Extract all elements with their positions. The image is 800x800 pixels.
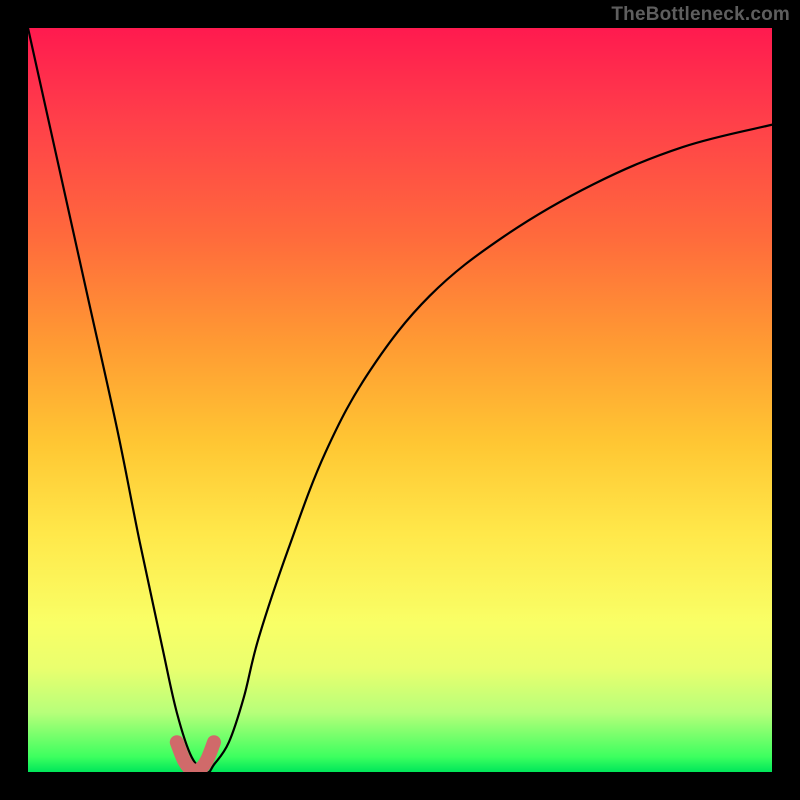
- trough-highlight: [177, 742, 214, 771]
- watermark-text: TheBottleneck.com: [611, 4, 790, 26]
- bottleneck-curve: [28, 28, 772, 772]
- plot-area: [28, 28, 772, 772]
- chart-frame: TheBottleneck.com: [0, 0, 800, 800]
- curve-layer: [28, 28, 772, 772]
